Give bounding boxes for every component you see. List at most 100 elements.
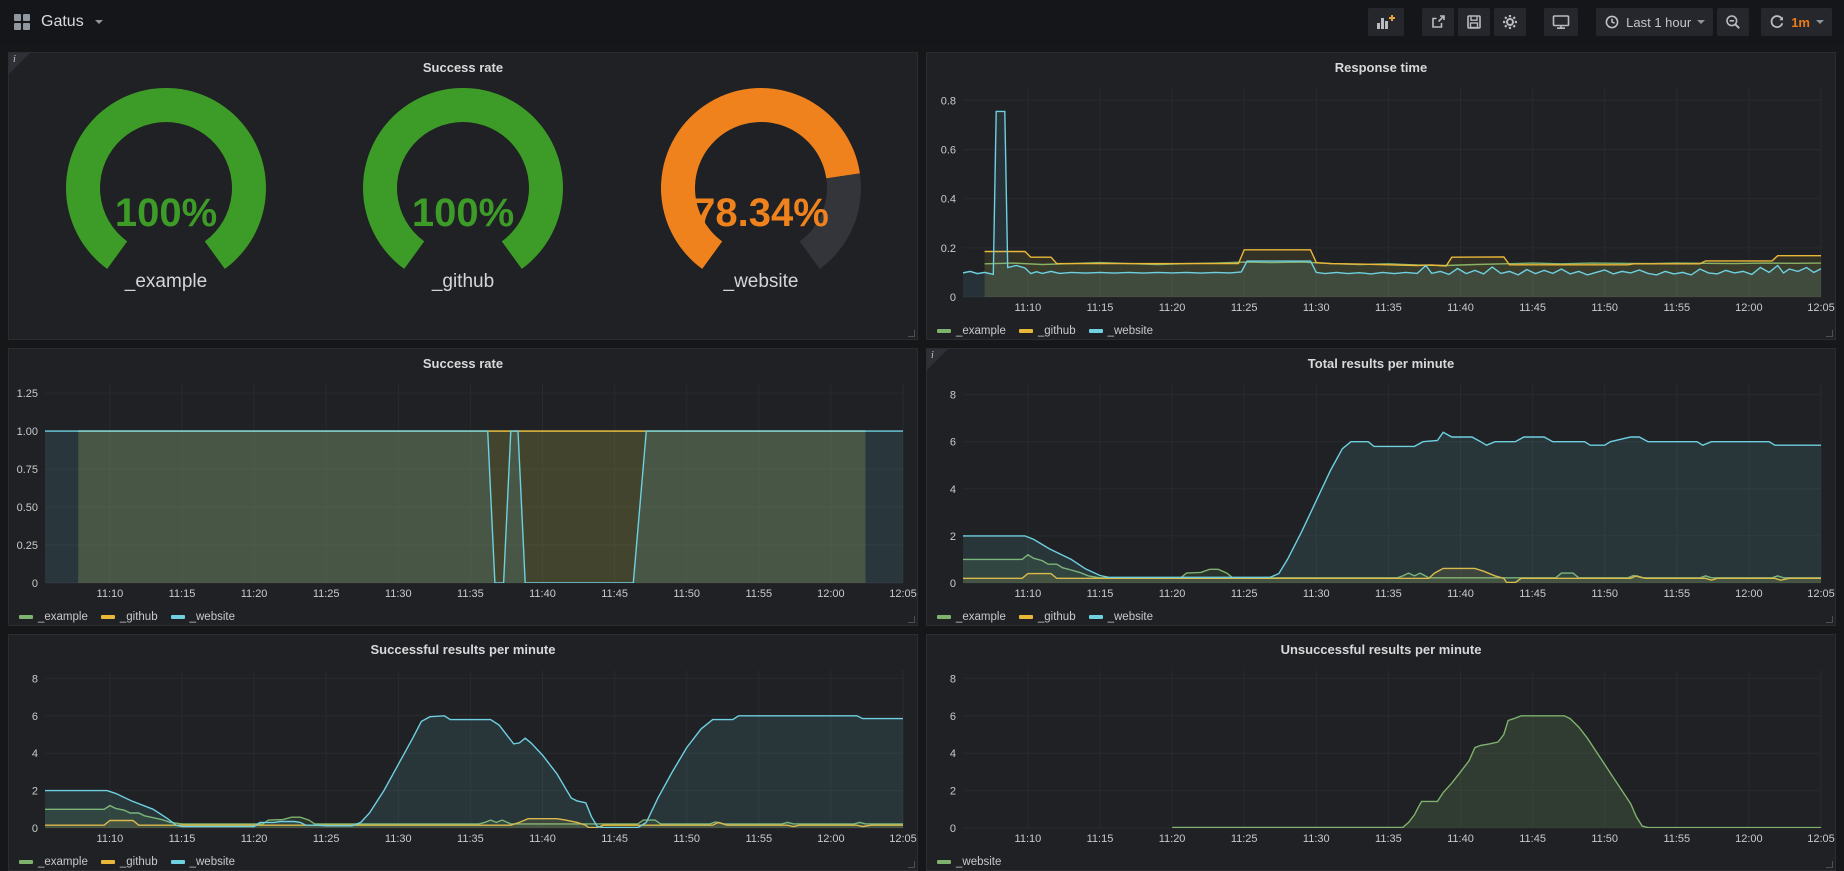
legend-swatch xyxy=(937,860,951,864)
panel-resize-handle[interactable] xyxy=(1826,616,1833,623)
x-tick-label: 11:25 xyxy=(313,833,340,845)
x-tick-label: 11:25 xyxy=(1231,302,1258,314)
plot-area: 11:1011:1511:2011:2511:3011:3511:4011:45… xyxy=(9,660,917,848)
x-tick-label: 11:45 xyxy=(1519,588,1546,600)
panel-title[interactable]: Success rate xyxy=(9,349,917,374)
panel-title[interactable]: Total results per minute xyxy=(927,349,1835,374)
legend-label: _example xyxy=(956,611,1006,623)
share-button[interactable] xyxy=(1422,8,1454,36)
x-tick-label: 11:10 xyxy=(1015,302,1042,314)
time-range-button[interactable]: Last 1 hour xyxy=(1596,8,1713,36)
total-results-chart[interactable]: 11:1011:1511:2011:2511:3011:3511:4011:45… xyxy=(927,374,1835,608)
panel-title[interactable]: Response time xyxy=(927,53,1835,78)
response-time-chart[interactable]: 11:1011:1511:2011:2511:3011:3511:4011:45… xyxy=(927,78,1835,322)
x-tick-label: 11:15 xyxy=(1087,833,1114,845)
legend-item-_website[interactable]: _website xyxy=(1089,325,1153,337)
time-range-label: Last 1 hour xyxy=(1626,15,1691,30)
y-tick-label: 4 xyxy=(950,484,956,496)
save-button[interactable] xyxy=(1458,8,1490,36)
gauge-arc xyxy=(65,88,265,269)
refresh-interval-label: 1m xyxy=(1791,15,1810,30)
legend-item-_github[interactable]: _github xyxy=(1019,325,1076,337)
panel-title[interactable]: Unsuccessful results per minute xyxy=(927,635,1835,660)
zoom-out-button[interactable] xyxy=(1717,8,1749,36)
unsuccessful-results-chart[interactable]: 11:1011:1511:2011:2511:3011:3511:4011:45… xyxy=(927,660,1835,853)
panel-unsuccessful-results: Unsuccessful results per minute 11:1011:… xyxy=(926,634,1836,871)
y-tick-label: 4 xyxy=(950,748,956,760)
apps-grid-icon[interactable] xyxy=(14,14,30,30)
gauge-value: 78.34% xyxy=(693,191,829,235)
panel-info-corner-icon[interactable]: i xyxy=(927,349,948,370)
y-tick-label: 0 xyxy=(32,823,38,835)
x-tick-label: 12:00 xyxy=(1735,588,1763,600)
y-tick-label: 8 xyxy=(950,390,956,402)
x-tick-label: 11:20 xyxy=(1159,833,1186,845)
y-tick-label: 0 xyxy=(950,578,956,590)
legend-swatch xyxy=(1019,329,1033,333)
refresh-button[interactable]: 1m xyxy=(1761,8,1832,36)
y-tick-label: 2 xyxy=(950,786,956,798)
legend-item-_github[interactable]: _github xyxy=(1019,611,1076,623)
save-icon xyxy=(1466,14,1482,30)
dashboard-title[interactable]: Gatus xyxy=(41,13,84,31)
legend-item-_github[interactable]: _github xyxy=(101,856,158,868)
time-range-caret-icon xyxy=(1697,20,1705,24)
panel-title[interactable]: Successful results per minute xyxy=(9,635,917,660)
legend-item-_example[interactable]: _example xyxy=(19,611,88,623)
x-tick-label: 11:30 xyxy=(385,588,412,600)
y-tick-label: 6 xyxy=(950,711,956,723)
x-tick-label: 11:20 xyxy=(1159,302,1186,314)
series-fill-_website xyxy=(45,431,903,583)
legend-item-_website[interactable]: _website xyxy=(1089,611,1153,623)
x-tick-label: 11:50 xyxy=(673,833,700,845)
nav-toolbar: Last 1 hour 1m xyxy=(1368,8,1832,36)
legend-item-_example[interactable]: _example xyxy=(937,611,1006,623)
legend-item-_website[interactable]: _website xyxy=(171,611,235,623)
panel-resize-handle[interactable] xyxy=(1826,861,1833,868)
gear-icon xyxy=(1502,14,1518,30)
legend-item-_github[interactable]: _github xyxy=(101,611,158,623)
gauge-label: _example xyxy=(123,271,206,292)
panel-resize-handle[interactable] xyxy=(908,616,915,623)
successful-results-chart[interactable]: 11:1011:1511:2011:2511:3011:3511:4011:45… xyxy=(9,660,917,853)
x-tick-label: 12:00 xyxy=(817,588,845,600)
y-tick-label: 2 xyxy=(32,786,38,798)
success-rate-chart[interactable]: 11:1011:1511:2011:2511:3011:3511:4011:45… xyxy=(9,374,917,608)
y-tick-label: 2 xyxy=(950,531,956,543)
x-tick-label: 12:00 xyxy=(1735,302,1763,314)
panel-title[interactable]: Success rate xyxy=(9,53,917,78)
x-tick-label: 11:35 xyxy=(1375,588,1402,600)
gauge-label: _website xyxy=(722,271,798,292)
panel-info-corner-icon[interactable]: i xyxy=(9,53,30,74)
gauge-row: 100%_example100%_github78.34%_website xyxy=(9,78,917,339)
cycle-view-button[interactable] xyxy=(1544,8,1578,36)
legend-label: _website xyxy=(190,856,235,868)
legend-item-_example[interactable]: _example xyxy=(19,856,88,868)
legend-item-_example[interactable]: _example xyxy=(937,325,1006,337)
settings-button[interactable] xyxy=(1494,8,1526,36)
x-tick-label: 11:20 xyxy=(241,588,268,600)
add-panel-button[interactable] xyxy=(1368,8,1404,36)
dashboard-dropdown-caret-icon[interactable] xyxy=(95,20,103,24)
y-tick-label: 0.8 xyxy=(941,95,956,107)
x-tick-label: 11:45 xyxy=(1519,302,1546,314)
y-tick-label: 1.00 xyxy=(17,426,38,438)
y-tick-label: 0 xyxy=(32,578,38,590)
add-panel-icon xyxy=(1376,14,1396,30)
legend-swatch xyxy=(101,860,115,864)
y-tick-label: 0 xyxy=(950,292,956,304)
y-tick-label: 0.6 xyxy=(941,144,956,156)
panel-resize-handle[interactable] xyxy=(908,330,915,337)
legend-label: _github xyxy=(1038,611,1076,623)
legend-label: _website xyxy=(956,856,1001,868)
legend-item-_website[interactable]: _website xyxy=(937,856,1001,868)
x-tick-label: 11:30 xyxy=(1303,302,1330,314)
panel-resize-handle[interactable] xyxy=(908,861,915,868)
legend-item-_website[interactable]: _website xyxy=(171,856,235,868)
nav-left: Gatus xyxy=(14,13,103,31)
series-fill-_website xyxy=(45,716,903,828)
panel-resize-handle[interactable] xyxy=(1826,330,1833,337)
x-tick-label: 11:15 xyxy=(169,833,196,845)
x-tick-label: 11:50 xyxy=(1591,588,1618,600)
y-tick-label: 6 xyxy=(32,711,38,723)
